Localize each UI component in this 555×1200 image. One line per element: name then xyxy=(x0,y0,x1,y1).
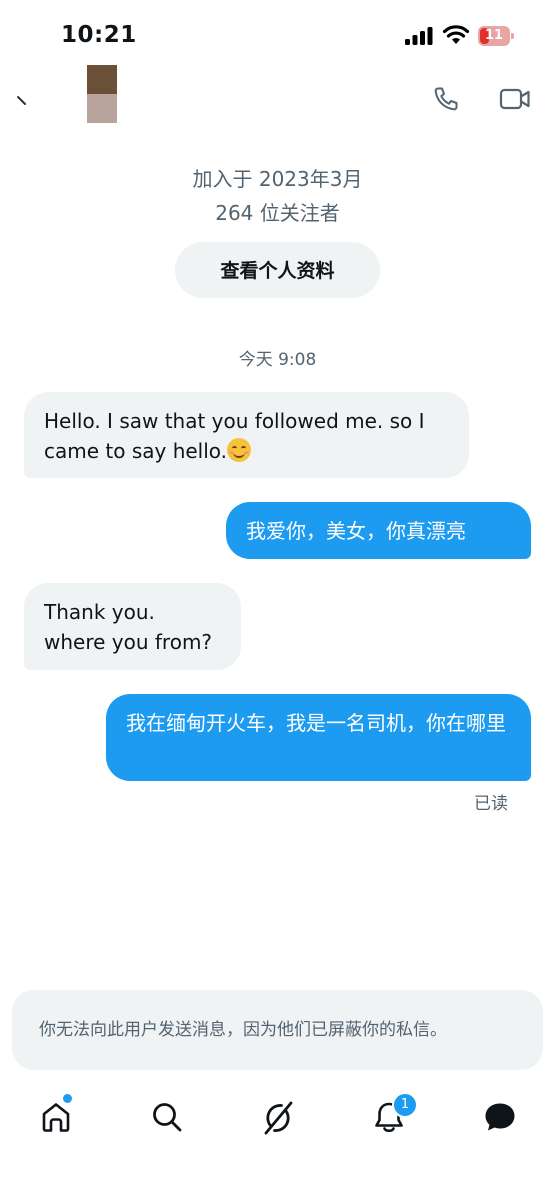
view-profile-button[interactable]: 查看个人资料 xyxy=(175,242,380,298)
back-icon[interactable] xyxy=(12,90,32,110)
blocked-notice: 你无法向此用户发送消息，因为他们已屏蔽你的私信。 xyxy=(12,990,543,1070)
wifi-icon xyxy=(442,25,470,44)
avatar[interactable] xyxy=(87,65,117,123)
phone-icon[interactable] xyxy=(432,85,460,113)
home-icon xyxy=(42,1103,70,1132)
grok-icon xyxy=(264,1101,293,1135)
message-text-line: where you from? xyxy=(44,630,213,654)
message-timestamp: 今天 9:08 xyxy=(238,350,317,370)
read-receipt: 已读 xyxy=(474,794,508,814)
dm-screen: 10:21 11 加入于 2023年3月 264 位关注者 查看个人资料 今天 … xyxy=(0,0,555,1200)
nav-home[interactable] xyxy=(28,1090,84,1146)
nav-messages[interactable] xyxy=(471,1090,527,1146)
bottom-nav: 1 xyxy=(0,1090,555,1146)
follower-count: 264 位关注者 xyxy=(215,201,340,225)
battery-icon: 11 xyxy=(478,26,516,46)
message-text-line: Thank you. xyxy=(44,600,155,624)
cellular-signal-icon xyxy=(405,27,433,45)
nav-grok[interactable] xyxy=(249,1090,305,1146)
messages-icon xyxy=(485,1103,515,1131)
notifications-badge: 1 xyxy=(392,1092,418,1118)
message-bubble-incoming[interactable]: Hello. I saw that you followed me. so I … xyxy=(24,392,469,478)
battery-level: 11 xyxy=(484,28,504,43)
joined-date: 加入于 2023年3月 xyxy=(192,167,363,191)
message-bubble-outgoing[interactable]: 我在缅甸开火车，我是一名司机，你在哪里 xyxy=(106,694,531,781)
message-text: 我在缅甸开火车，我是一名司机，你在哪里 xyxy=(126,711,506,735)
search-icon xyxy=(153,1103,182,1132)
smiling-face-icon xyxy=(227,438,252,462)
message-text: 我爱你，美女，你真漂亮 xyxy=(246,519,466,543)
video-call-icon[interactable] xyxy=(499,86,531,112)
message-bubble-incoming[interactable]: Thank you. where you from? xyxy=(24,583,241,670)
nav-search[interactable] xyxy=(138,1090,194,1146)
status-time: 10:21 xyxy=(61,22,137,48)
home-unread-dot xyxy=(63,1094,72,1103)
message-bubble-outgoing[interactable]: 我爱你，美女，你真漂亮 xyxy=(226,502,531,559)
